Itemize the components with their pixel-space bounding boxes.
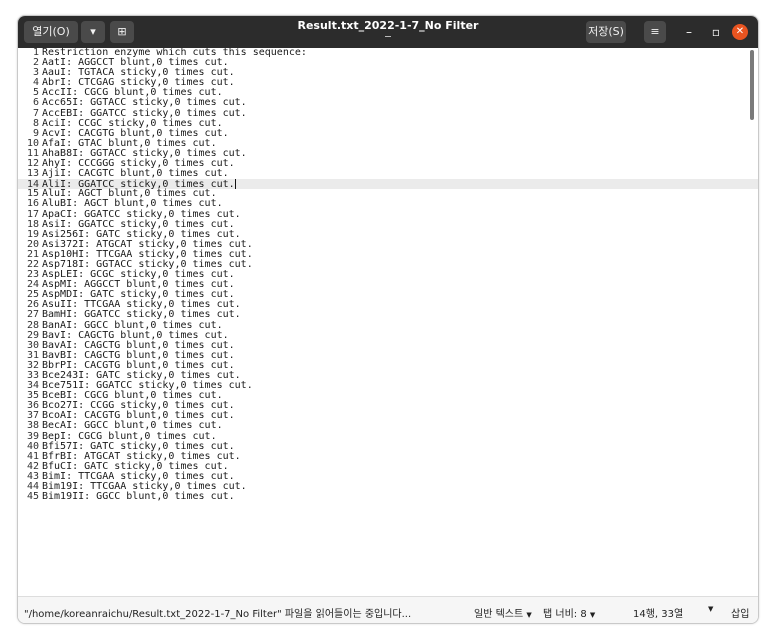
maximize-button[interactable]: ▫ [708,24,724,40]
cursor-position[interactable]: 14행, 33열 [633,605,683,620]
new-document-button[interactable]: ⊞ [110,21,134,43]
minimize-button[interactable]: – [681,24,697,40]
tab-width-selector[interactable]: 탭 너비: 8 ▼ [543,605,595,620]
line-text: Bim19II: GGCC blunt,0 times cut. [42,491,235,503]
insert-mode-indicator[interactable]: 삽입 [731,605,749,620]
open-button[interactable]: 열기(O) [24,21,78,43]
text-cursor [234,179,236,190]
subtitle-divider [385,36,391,37]
hamburger-menu-icon: ≡ [650,25,660,38]
tab-width-label: 탭 너비: 8 [543,609,587,620]
text-line[interactable]: 45 Bim19II: GGCC blunt,0 times cut. [18,492,758,502]
title-bar: 열기(O) ▾ ⊞ Result.txt_2022-1-7_No Filter … [18,16,758,48]
new-document-icon: ⊞ [117,25,127,38]
vertical-scrollbar[interactable] [750,50,754,120]
chevron-down-icon: ▼ [526,611,532,619]
line-number: 45 [26,491,39,503]
text-editor-area[interactable]: 1 Restriction enzyme which cuts this sequ… [18,48,758,596]
minimize-icon: – [686,25,692,39]
chevron-down-icon[interactable]: ▼ [708,605,713,613]
line-text: AjiI: CACGTC blunt,0 times cut. [42,168,229,180]
chevron-down-icon: ▼ [589,611,596,619]
close-button[interactable]: ✕ [732,24,748,40]
status-bar: "/home/koreanraichu/Result.txt_2022-1-7_… [18,596,758,623]
save-button-label: 저장(S) [588,25,624,38]
save-button[interactable]: 저장(S) [586,21,626,43]
line-number: 13 [26,168,39,180]
open-recent-dropdown-button[interactable]: ▾ [81,21,105,43]
open-button-label: 열기(O) [32,25,70,38]
syntax-selector[interactable]: 일반 텍스트 ▼ [474,605,532,620]
editor-window: 열기(O) ▾ ⊞ Result.txt_2022-1-7_No Filter … [17,15,759,624]
chevron-down-icon: ▾ [90,25,96,38]
main-menu-button[interactable]: ≡ [644,21,666,43]
status-message: "/home/koreanraichu/Result.txt_2022-1-7_… [24,609,412,620]
close-icon: ✕ [735,26,745,37]
window-title: Result.txt_2022-1-7_No Filter [297,19,479,32]
syntax-label: 일반 텍스트 [474,609,524,620]
maximize-icon: ▫ [711,25,721,39]
line-number: 16 [26,198,39,210]
text-line[interactable]: 13 AjiI: CACGTC blunt,0 times cut. [18,169,758,179]
